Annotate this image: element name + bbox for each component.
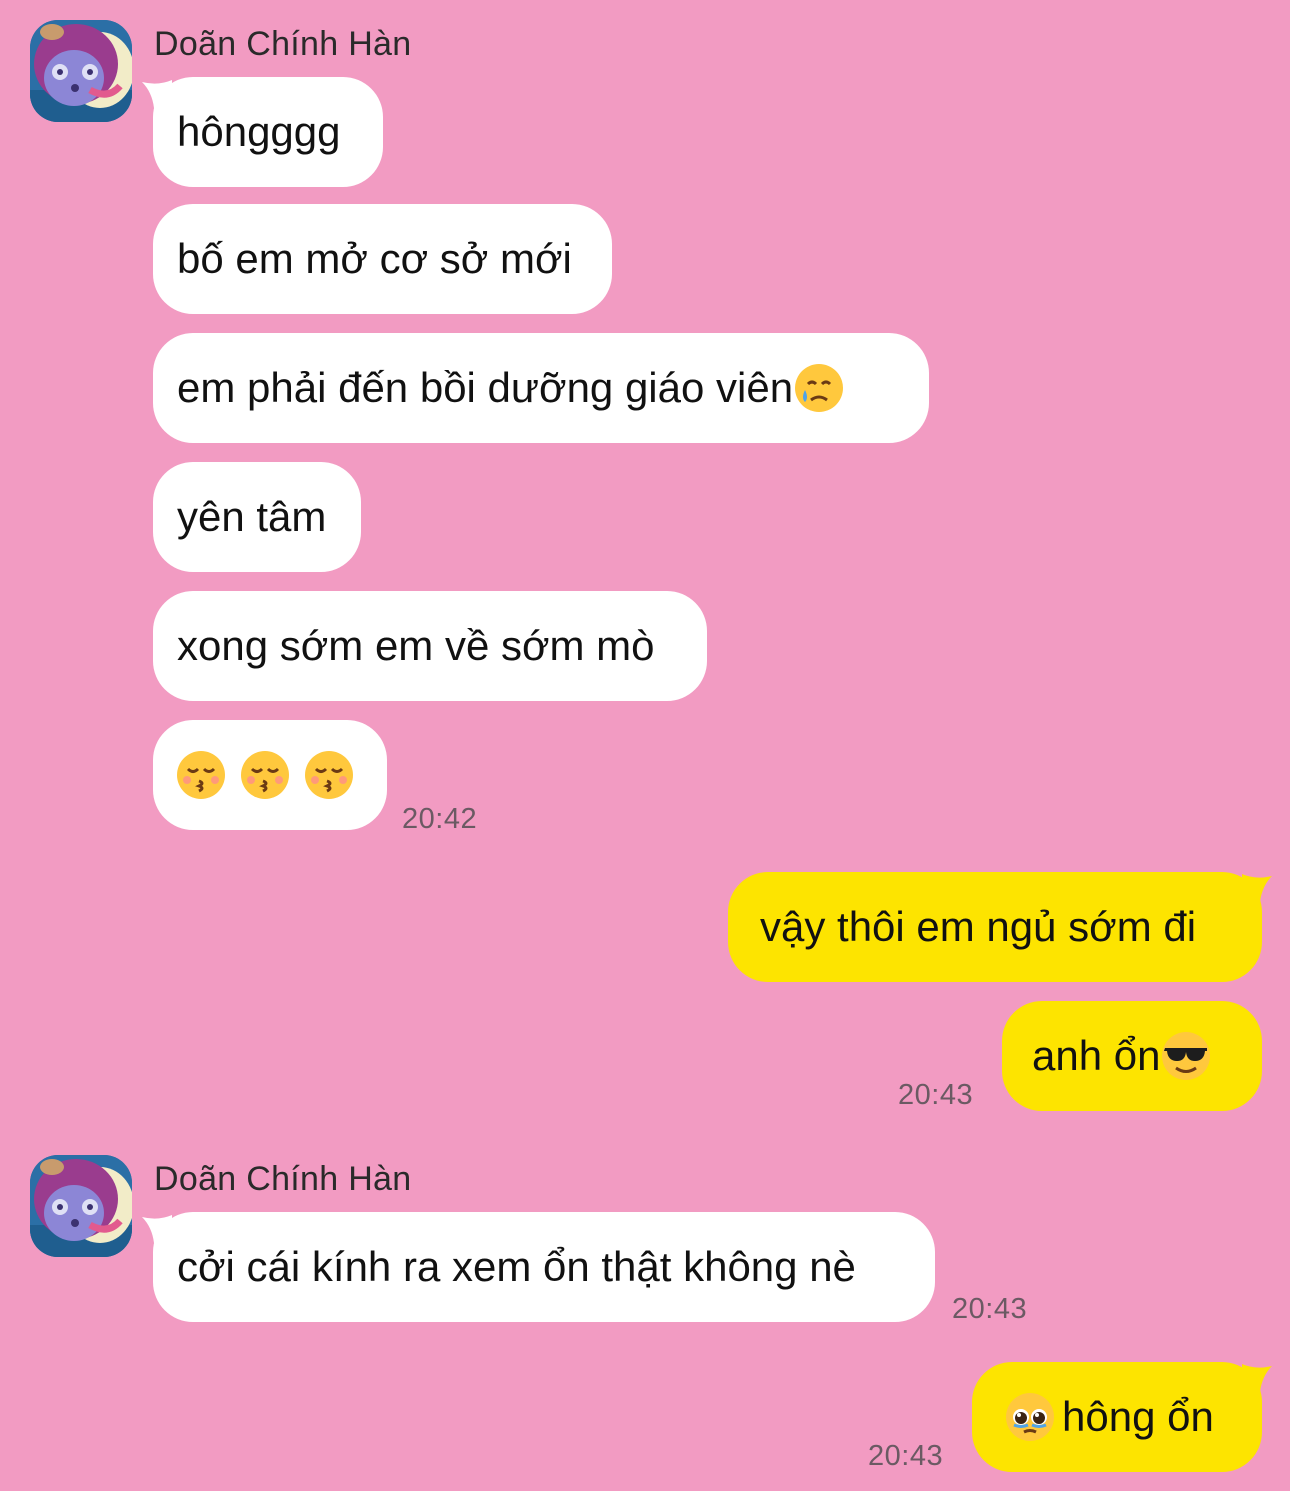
sender-name: Doãn Chính Hàn <box>154 25 412 63</box>
message-text: xong sớm em về sớm mò <box>177 622 655 669</box>
sunglasses-face-icon <box>1160 1030 1212 1082</box>
avatar-image <box>30 1155 132 1257</box>
kissing-face-closed-eyes-icon <box>303 749 355 801</box>
message-bubble[interactable]: xong sớm em về sớm mò <box>153 591 707 701</box>
message-bubble[interactable]: cởi cái kính ra xem ổn thật không nè <box>153 1212 935 1322</box>
crying-face-icon <box>793 362 845 414</box>
kissing-face-closed-eyes-icon <box>175 749 227 801</box>
message-text: bố em mở cơ sở mới <box>177 235 572 282</box>
message-timestamp: 20:43 <box>868 1440 944 1472</box>
message-bubble[interactable]: hông ổn <box>972 1362 1262 1472</box>
message-text: cởi cái kính ra xem ổn thật không nè <box>177 1243 856 1290</box>
message-bubble[interactable]: vậy thôi em ngủ sớm đi <box>728 872 1262 982</box>
message-timestamp: 20:43 <box>898 1079 974 1111</box>
message-bubble[interactable]: anh ổn <box>1002 1001 1262 1111</box>
pleading-face-icon <box>1004 1391 1056 1443</box>
message-timestamp: 20:43 <box>952 1293 1028 1325</box>
avatar[interactable] <box>30 1155 132 1257</box>
kissing-face-closed-eyes-icon <box>239 749 291 801</box>
message-text: hôngggg <box>177 108 341 155</box>
message-bubble[interactable]: bố em mở cơ sở mới <box>153 204 612 314</box>
message-timestamp: 20:42 <box>402 803 478 835</box>
message-bubble[interactable]: yên tâm <box>153 462 361 572</box>
message-text: hông ổn <box>1062 1393 1214 1440</box>
chat-window: Doãn Chính Hàn hôngggg bố em mở cơ sở mớ… <box>0 0 1290 1491</box>
sender-name: Doãn Chính Hàn <box>154 1160 412 1198</box>
message-text: yên tâm <box>177 493 327 540</box>
message-bubble[interactable]: hôngggg <box>153 77 383 187</box>
emoji-message-bubble[interactable] <box>153 720 387 830</box>
avatar[interactable] <box>30 20 132 122</box>
message-bubble[interactable]: em phải đến bồi dưỡng giáo viên <box>153 333 929 443</box>
message-text: vậy thôi em ngủ sớm đi <box>760 903 1197 950</box>
avatar-image <box>30 20 132 122</box>
message-text: anh ổn <box>1032 1032 1161 1079</box>
message-text: em phải đến bồi dưỡng giáo viên <box>177 364 794 411</box>
